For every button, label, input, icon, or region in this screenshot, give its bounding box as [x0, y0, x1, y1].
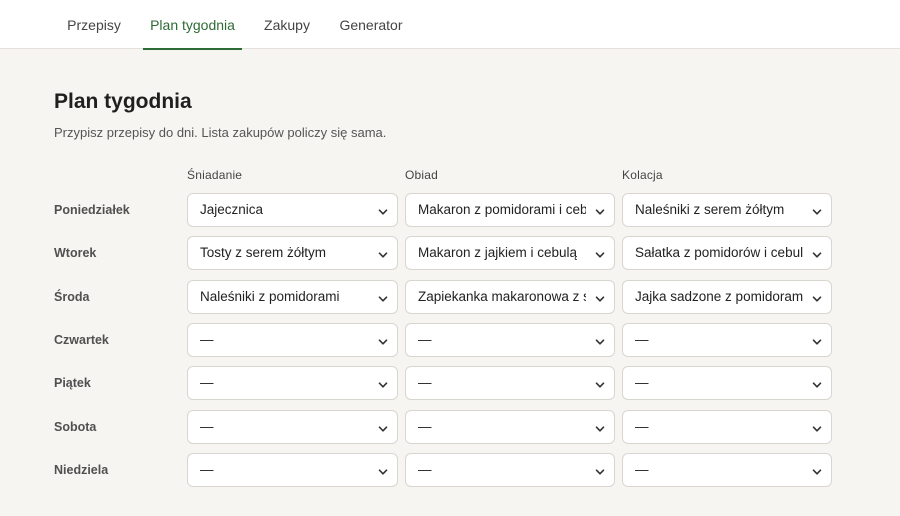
meal-select-value: —: [418, 419, 432, 434]
meal-select-czwartek-kolacja[interactable]: —: [622, 323, 832, 357]
meal-select-value: Zapiekanka makaronowa z serem: [418, 289, 586, 304]
tab-przepisy[interactable]: Przepisy: [60, 0, 128, 49]
chevron-down-icon: [595, 334, 605, 345]
chevron-down-icon: [812, 421, 822, 432]
chevron-down-icon: [595, 204, 605, 215]
page-title: Plan tygodnia: [54, 90, 192, 113]
meal-select-piatek-sniadanie[interactable]: —: [187, 366, 398, 400]
meal-select-czwartek-obiad[interactable]: —: [405, 323, 615, 357]
meal-select-sobota-obiad[interactable]: —: [405, 410, 615, 444]
chevron-down-icon: [378, 247, 388, 258]
meal-select-niedziela-kolacja[interactable]: —: [622, 453, 832, 487]
meal-select-value: —: [418, 332, 432, 347]
meal-select-value: —: [200, 375, 214, 390]
meal-select-value: —: [635, 375, 649, 390]
chevron-down-icon: [595, 247, 605, 258]
tab-zakupy[interactable]: Zakupy: [258, 0, 316, 49]
chevron-down-icon: [812, 377, 822, 388]
meal-select-value: —: [200, 462, 214, 477]
day-label-sroda: Środa: [54, 290, 90, 304]
meal-select-sroda-obiad[interactable]: Zapiekanka makaronowa z serem: [405, 280, 615, 314]
meal-select-niedziela-sniadanie[interactable]: —: [187, 453, 398, 487]
meal-select-wtorek-kolacja[interactable]: Sałatka z pomidorów i cebuli: [622, 236, 832, 270]
chevron-down-icon: [812, 247, 822, 258]
meal-select-value: Sałatka z pomidorów i cebuli: [635, 245, 803, 260]
day-label-poniedzialek: Poniedziałek: [54, 203, 130, 217]
meal-select-value: —: [418, 462, 432, 477]
chevron-down-icon: [812, 464, 822, 475]
meal-select-sroda-sniadanie[interactable]: Naleśniki z pomidorami: [187, 280, 398, 314]
meal-select-value: Naleśniki z serem żółtym: [635, 202, 785, 217]
chevron-down-icon: [378, 377, 388, 388]
meal-select-value: —: [418, 375, 432, 390]
meal-select-value: Jajka sadzone z pomidorami: [635, 289, 803, 304]
chevron-down-icon: [595, 464, 605, 475]
meal-select-poniedzialek-obiad[interactable]: Makaron z pomidorami i cebulą: [405, 193, 615, 227]
column-header-kolacja: Kolacja: [622, 168, 663, 182]
meal-select-poniedzialek-kolacja[interactable]: Naleśniki z serem żółtym: [622, 193, 832, 227]
meal-select-wtorek-sniadanie[interactable]: Tosty z serem żółtym: [187, 236, 398, 270]
chevron-down-icon: [378, 334, 388, 345]
chevron-down-icon: [378, 291, 388, 302]
chevron-down-icon: [812, 291, 822, 302]
tab-generator[interactable]: Generator: [333, 0, 409, 49]
meal-select-value: —: [635, 462, 649, 477]
chevron-down-icon: [595, 291, 605, 302]
meal-select-value: —: [200, 332, 214, 347]
meal-select-niedziela-obiad[interactable]: —: [405, 453, 615, 487]
meal-select-value: Makaron z jajkiem i cebulą: [418, 245, 578, 260]
day-label-sobota: Sobota: [54, 420, 97, 434]
chevron-down-icon: [595, 377, 605, 388]
meal-select-sroda-kolacja[interactable]: Jajka sadzone z pomidorami: [622, 280, 832, 314]
meal-select-piatek-obiad[interactable]: —: [405, 366, 615, 400]
meal-select-sobota-sniadanie[interactable]: —: [187, 410, 398, 444]
chevron-down-icon: [378, 464, 388, 475]
chevron-down-icon: [595, 421, 605, 432]
day-label-wtorek: Wtorek: [54, 246, 97, 260]
meal-select-sobota-kolacja[interactable]: —: [622, 410, 832, 444]
meal-select-wtorek-obiad[interactable]: Makaron z jajkiem i cebulą: [405, 236, 615, 270]
tab-plan-tygodnia[interactable]: Plan tygodnia: [143, 0, 242, 50]
column-header-obiad: Obiad: [405, 168, 439, 182]
meal-select-piatek-kolacja[interactable]: —: [622, 366, 832, 400]
day-label-piatek: Piątek: [54, 376, 91, 390]
top-navigation: Przepisy Plan tygodnia Zakupy Generator: [0, 0, 900, 50]
meal-select-value: Tosty z serem żółtym: [200, 245, 327, 260]
meal-select-value: Makaron z pomidorami i cebulą: [418, 202, 586, 217]
chevron-down-icon: [378, 204, 388, 215]
meal-select-czwartek-sniadanie[interactable]: —: [187, 323, 398, 357]
day-label-czwartek: Czwartek: [54, 333, 109, 347]
meal-select-value: Jajecznica: [200, 202, 264, 217]
chevron-down-icon: [378, 421, 388, 432]
meal-select-value: —: [635, 419, 649, 434]
chevron-down-icon: [812, 204, 822, 215]
column-header-sniadanie: Śniadanie: [187, 168, 243, 182]
meal-select-value: —: [635, 332, 649, 347]
page-subtitle: Przypisz przepisy do dni. Lista zakupów …: [54, 125, 387, 140]
meal-select-value: Naleśniki z pomidorami: [200, 289, 340, 304]
meal-select-poniedzialek-sniadanie[interactable]: Jajecznica: [187, 193, 398, 227]
chevron-down-icon: [812, 334, 822, 345]
meal-select-value: —: [200, 419, 214, 434]
day-label-niedziela: Niedziela: [54, 463, 109, 477]
